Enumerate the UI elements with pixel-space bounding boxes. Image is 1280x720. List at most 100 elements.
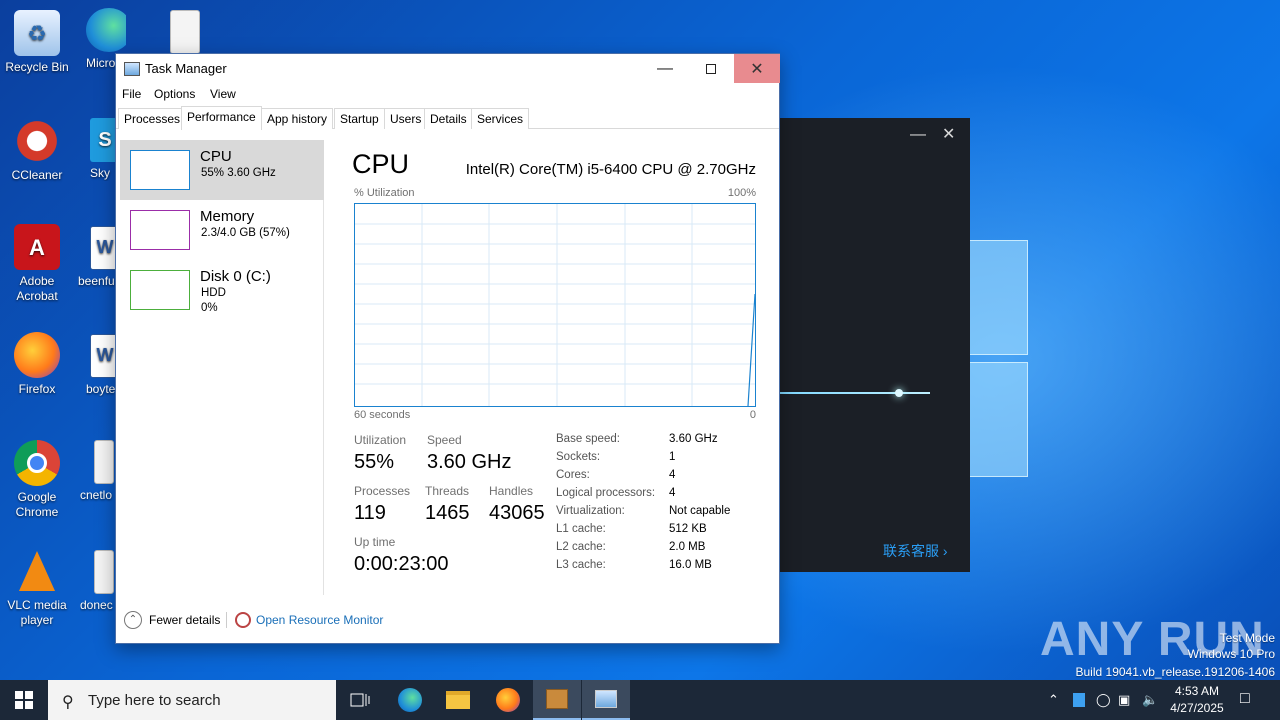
sidebar-item-memory[interactable]: Memory 2.3/4.0 GB (57%) (120, 200, 324, 260)
desktop-icon-recycle-bin[interactable]: ♻ Recycle Bin (2, 10, 72, 75)
desktop-icon-word-doc-1[interactable]: W beenfu (78, 226, 116, 289)
customer-service-link[interactable]: 联系客服 › (883, 541, 948, 561)
desktop-icon-adobe-acrobat[interactable]: A Adobe Acrobat (2, 224, 72, 304)
desktop-icon-file[interactable] (170, 10, 206, 58)
menu-file[interactable]: File (122, 87, 141, 101)
firefox-icon (496, 688, 520, 712)
tab-services[interactable]: Services (471, 108, 530, 129)
desktop-icon-label: Google Chrome (15, 490, 59, 519)
sidebar-item-detail: 55% 3.60 GHz (201, 167, 276, 179)
spec-value: 16.0 MB (669, 559, 712, 571)
taskbar-edge[interactable] (386, 680, 434, 720)
perf-title: CPU (352, 149, 410, 179)
windows-start-icon (15, 691, 33, 709)
network-icon[interactable]: ▣ (1118, 692, 1130, 708)
spec-label: Sockets: (556, 451, 601, 463)
desktop-icon-skype[interactable]: S Sky (90, 118, 116, 181)
uptime-value: 0:00:23:00 (354, 553, 449, 575)
minimize-icon[interactable]: — (910, 126, 926, 144)
chevron-up-icon[interactable]: ⌃ (124, 611, 142, 629)
menu-options[interactable]: Options (154, 87, 195, 101)
close-button[interactable]: ✕ (734, 54, 780, 83)
sidebar-item-name: Disk 0 (C:) (200, 268, 271, 285)
desktop-icon-label: beenfu (78, 274, 115, 288)
speed-label: Speed (427, 433, 462, 447)
graph-label: % Utilization (354, 187, 415, 199)
spec-label: L2 cache: (556, 541, 606, 553)
image-file-icon (170, 10, 200, 54)
menu-view[interactable]: View (210, 87, 236, 101)
spec-label: Base speed: (556, 433, 620, 445)
desktop-icon-label: donec (80, 598, 113, 612)
package-icon (546, 689, 568, 709)
background-app-window[interactable]: — ✕ (780, 118, 970, 572)
title-bar[interactable]: Task Manager — ✕ (116, 54, 780, 84)
sidebar-item-cpu[interactable]: CPU 55% 3.60 GHz (120, 140, 324, 200)
desktop-icon-google-chrome[interactable]: Google Chrome (2, 440, 72, 520)
desktop-icon-image-1[interactable]: cnetlo (80, 440, 116, 503)
window-title: Task Manager (145, 61, 227, 76)
handles-label: Handles (489, 484, 534, 498)
taskbar-file-explorer[interactable] (434, 680, 482, 720)
folder-icon (446, 691, 470, 709)
graph-max: 100% (727, 187, 756, 199)
menu-bar: File Options View (116, 84, 779, 104)
tab-performance[interactable]: Performance (181, 106, 262, 130)
word-doc-icon: W (90, 334, 116, 378)
tab-details[interactable]: Details (424, 108, 473, 129)
recycle-bin-icon: ♻ (14, 10, 60, 56)
minimize-button[interactable]: — (642, 54, 688, 83)
system-clock[interactable]: 4:53 AM 4/27/2025 (1162, 683, 1232, 717)
notification-icon[interactable]: □ (1240, 690, 1250, 708)
processes-value: 119 (354, 502, 386, 524)
cpu-mini-graph (130, 150, 190, 190)
start-button[interactable] (0, 680, 48, 720)
taskbar-package-app[interactable] (533, 680, 581, 720)
graph-grid (355, 204, 755, 406)
desktop-icon-label: CCleaner (11, 168, 63, 182)
image-file-icon (94, 550, 114, 594)
spec-value: 1 (669, 451, 676, 463)
disk-mini-graph (130, 270, 190, 310)
taskbar-task-manager[interactable] (582, 680, 630, 720)
cpu-model: Intel(R) Core(TM) i5-6400 CPU @ 2.70GHz (465, 161, 756, 178)
sidebar-item-disk[interactable]: Disk 0 (C:) HDD 0% (120, 260, 324, 320)
open-resource-monitor-link[interactable]: Open Resource Monitor (256, 613, 383, 627)
maximize-icon (706, 63, 716, 74)
desktop-icon-label: Adobe Acrobat (16, 274, 58, 303)
maximize-button[interactable] (688, 54, 734, 83)
adobe-acrobat-icon: A (14, 224, 60, 270)
defender-icon[interactable] (1073, 693, 1085, 707)
tab-app-history[interactable]: App history (261, 108, 334, 129)
close-icon: ✕ (750, 60, 764, 78)
desktop-icon-label: Recycle Bin (5, 60, 69, 74)
desktop-icon-word-doc-2[interactable]: W boyte (86, 334, 116, 397)
utilization-value: 55% (354, 451, 395, 473)
desktop-icon-label: cnetlo (80, 488, 113, 502)
tab-users[interactable]: Users (384, 108, 428, 129)
task-manager-window[interactable]: Task Manager — ✕ File Options View Proce… (115, 53, 780, 644)
desktop-icon-firefox[interactable]: Firefox (2, 332, 72, 397)
desktop-icon-image-2[interactable]: donec (80, 550, 116, 613)
taskbar-search-box[interactable]: ⚲ Type here to search (48, 680, 336, 720)
speed-value: 3.60 GHz (427, 451, 512, 473)
spec-label: Logical processors: (556, 487, 656, 499)
footer: ⌃ Fewer details Open Resource Monitor (116, 608, 779, 632)
desktop-icon-vlc[interactable]: VLC media player (2, 548, 72, 628)
volume-icon[interactable]: 🔈 (1142, 692, 1158, 708)
tab-startup[interactable]: Startup (334, 108, 385, 129)
sidebar-item-detail: 0% (201, 302, 218, 314)
sidebar-item-detail: 2.3/4.0 GB (57%) (201, 227, 290, 239)
desktop-icon-ccleaner[interactable]: CCleaner (2, 118, 72, 183)
fewer-details-button[interactable]: Fewer details (149, 613, 220, 627)
taskbar-firefox[interactable] (484, 680, 532, 720)
task-view-button[interactable] (336, 680, 384, 720)
firefox-icon (14, 332, 60, 378)
sidebar-item-detail: HDD (201, 287, 226, 299)
graph-time: 60 seconds (354, 409, 411, 421)
chevron-up-icon[interactable]: ⌃ (1048, 692, 1059, 708)
tab-processes[interactable]: Processes (118, 108, 187, 129)
spec-label: Virtualization: (556, 505, 625, 517)
close-icon[interactable]: ✕ (942, 124, 955, 144)
meet-now-icon[interactable]: ◯ (1096, 692, 1111, 708)
